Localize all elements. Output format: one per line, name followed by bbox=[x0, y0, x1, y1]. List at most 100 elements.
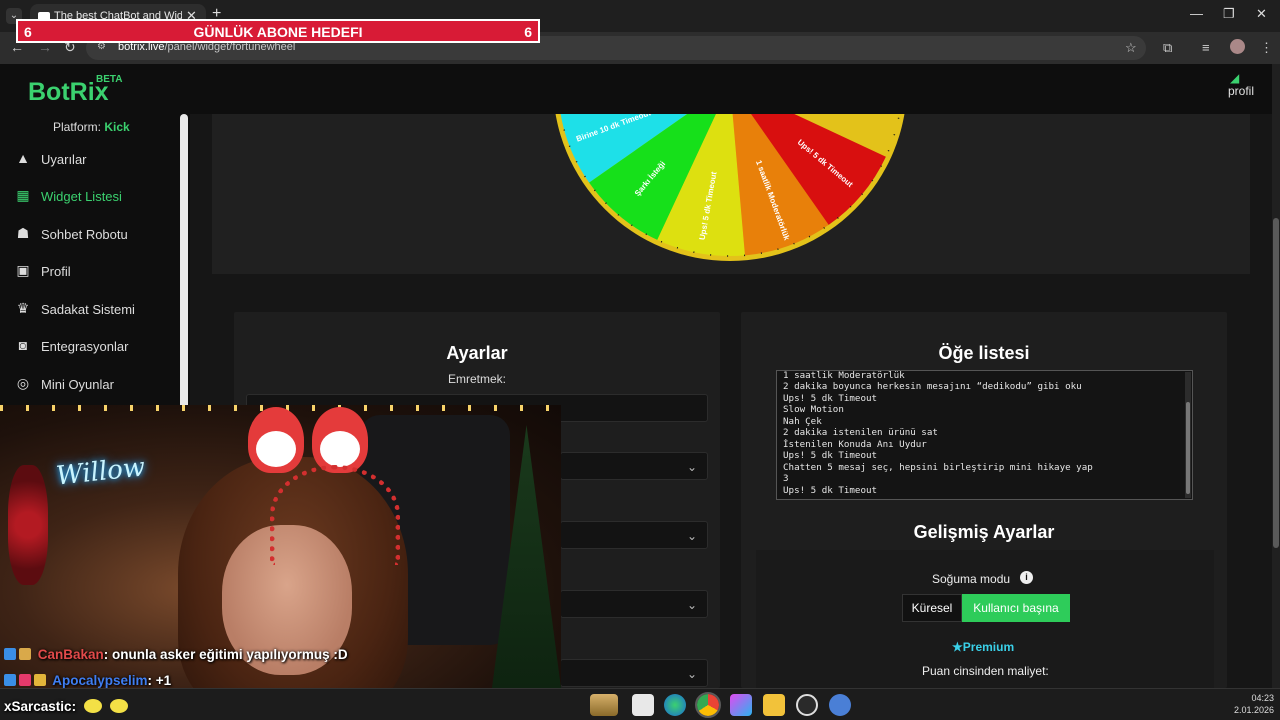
item-line: Nah Çek bbox=[783, 416, 822, 427]
premium-indicator: ★Premium bbox=[952, 640, 1014, 654]
item-list-textarea[interactable]: 1 saatlik Moderatörlük 2 dakika boyunca … bbox=[776, 370, 1193, 500]
webcam-overlay: Willow bbox=[0, 405, 561, 688]
edge-icon[interactable] bbox=[664, 694, 686, 716]
platform-indicator: Platform: Kick bbox=[53, 120, 130, 134]
taskbar-app-icon[interactable] bbox=[590, 694, 618, 716]
badge-icon bbox=[4, 648, 16, 660]
cooldown-mode-label: Soğuma modu bbox=[932, 572, 1011, 586]
chrome-icon[interactable] bbox=[695, 692, 721, 718]
taskbar: 04:23 2.01.2026 bbox=[0, 688, 1280, 720]
sidebar-item-widgets[interactable]: ▦ Widget Listesi bbox=[14, 183, 174, 213]
page-scrollbar-thumb[interactable] bbox=[1273, 218, 1279, 548]
goal-title: GÜNLÜK ABONE HEDEFI bbox=[193, 24, 363, 40]
minimize-icon[interactable]: — bbox=[1190, 6, 1203, 21]
chat-text: : +1 bbox=[147, 673, 172, 688]
sidebar-item-loyalty[interactable]: ♛ Sadakat Sistemi bbox=[14, 296, 174, 326]
sidebar-item-integrations[interactable]: ◙ Entegrasyonlar bbox=[14, 333, 174, 363]
settings-gear-icon[interactable] bbox=[829, 694, 851, 716]
app-header: BotRix BETA ◢ profil bbox=[0, 64, 1272, 114]
bookmark-star-icon[interactable]: ☆ bbox=[1125, 40, 1137, 56]
cooldown-per-user-option[interactable]: Kullanıcı başına bbox=[962, 594, 1070, 622]
item-line: Ups! 5 dk Timeout bbox=[783, 485, 878, 496]
copilot-icon[interactable] bbox=[730, 694, 752, 716]
beta-badge: BETA bbox=[96, 74, 123, 85]
chevron-down-icon: ⌄ bbox=[686, 598, 697, 612]
pepe-emote-icon bbox=[83, 699, 102, 713]
sidebar-item-label: Widget Listesi bbox=[41, 189, 122, 204]
santa-beard-right bbox=[320, 431, 360, 467]
sidebar-item-label: Uyarılar bbox=[41, 152, 87, 167]
trophy-icon: ♛ bbox=[16, 300, 30, 316]
taskbar-app-icon[interactable] bbox=[632, 694, 654, 716]
profile-link[interactable]: profil bbox=[1228, 84, 1254, 98]
warning-icon: ▲ bbox=[16, 150, 30, 166]
badge-icon bbox=[19, 648, 31, 660]
item-line: 3 bbox=[783, 473, 789, 484]
browser-menu-icon[interactable]: ⋮ bbox=[1260, 40, 1273, 56]
advanced-settings-title: Gelişmiş Ayarlar bbox=[913, 522, 1055, 542]
settings-select-4[interactable]: ⌄ bbox=[560, 659, 708, 687]
item-line: İstenilen Konuda Anı Uydur bbox=[783, 439, 927, 450]
id-card-icon: ▣ bbox=[16, 262, 30, 278]
obs-icon[interactable] bbox=[796, 694, 818, 716]
file-explorer-icon[interactable] bbox=[763, 694, 785, 716]
discord-icon: ◙ bbox=[18, 337, 28, 353]
item-line: Ups! 5 dk Timeout bbox=[783, 393, 878, 404]
chat-text: : onunla asker eğitimi yapılıyormuş :D bbox=[103, 647, 348, 662]
settings-select-3[interactable]: ⌄ bbox=[560, 590, 708, 618]
cost-label: Puan cinsinden maliyet: bbox=[922, 664, 1049, 678]
sidebar-item-label: Mini Oyunlar bbox=[41, 377, 114, 392]
cooldown-global-option[interactable]: Küresel bbox=[902, 594, 962, 622]
chevron-down-icon: ⌄ bbox=[686, 529, 697, 543]
sidebar-item-chatbot[interactable]: ☗ Sohbet Robotu bbox=[14, 221, 174, 251]
sidebar-item-alerts[interactable]: ▲ Uyarılar bbox=[14, 146, 174, 176]
subscriber-goal-banner: 6 GÜNLÜK ABONE HEDEFI 6 bbox=[16, 19, 540, 43]
santa-beard-left bbox=[256, 431, 296, 467]
candy-cane-headband bbox=[270, 465, 400, 565]
chat-message: xSarcastic: bbox=[4, 699, 128, 714]
chat-username: Apocalypselim bbox=[52, 673, 148, 688]
sidebar-item-minigames[interactable]: ◎ Mini Oyunlar bbox=[14, 371, 174, 401]
sidebar-item-label: Profil bbox=[41, 264, 71, 279]
command-label: Emretmek: bbox=[447, 372, 506, 386]
platform-value: Kick bbox=[104, 120, 130, 134]
sidebar-scrollbar[interactable] bbox=[180, 114, 188, 414]
premium-label: Premium bbox=[962, 640, 1015, 654]
item-line: 2 dakika boyunca herkesin mesajını “dedi… bbox=[783, 381, 1082, 392]
maximize-icon[interactable]: ❐ bbox=[1223, 6, 1235, 22]
profile-leaf-icon[interactable]: ◢ bbox=[1230, 71, 1239, 85]
browser-avatar[interactable] bbox=[1230, 39, 1245, 54]
grid-icon: ▦ bbox=[16, 187, 30, 203]
goal-right-count: 6 bbox=[524, 24, 532, 40]
chevron-down-icon: ⌄ bbox=[686, 460, 697, 474]
chat-message: Apocalypselim: +1 bbox=[4, 673, 171, 688]
chat-username: xSarcastic bbox=[4, 699, 72, 714]
clock-date: 2.01.2026 bbox=[1233, 705, 1274, 715]
info-icon[interactable]: i bbox=[1020, 571, 1033, 584]
chat-username: CanBakan bbox=[37, 647, 104, 662]
settings-select-2[interactable]: ⌄ bbox=[560, 521, 708, 549]
chat-message: CanBakan: onunla asker eğitimi yapılıyor… bbox=[4, 647, 348, 662]
badge-icon bbox=[34, 674, 46, 686]
taskbar-clock[interactable]: 04:23 2.01.2026 bbox=[1230, 692, 1274, 716]
item-line: Chatten 5 mesaj seç, hepsini birleştirip… bbox=[783, 462, 1093, 473]
item-line: 2 dakika istenilen ürünü sat bbox=[783, 427, 938, 438]
textarea-scrollbar-thumb[interactable] bbox=[1186, 402, 1190, 494]
red-decoration bbox=[8, 465, 48, 585]
chevron-down-icon: ⌄ bbox=[686, 667, 697, 681]
settings-title: Ayarlar bbox=[446, 343, 508, 363]
sidebar-item-label: Sadakat Sistemi bbox=[41, 302, 135, 317]
window-close-icon[interactable]: ✕ bbox=[1256, 6, 1267, 22]
fortune-wheel[interactable]: Birine 10 dk TimeoutŞarkı İsteği Ups! 5 d… bbox=[212, 114, 1250, 274]
gamepad-icon: ◎ bbox=[16, 375, 30, 391]
neon-sign: Willow bbox=[54, 452, 147, 492]
sidebar-item-profile[interactable]: ▣ Profil bbox=[14, 258, 174, 288]
wheel-preview-panel: Birine 10 dk Timeout Şarkı İsteği Ups! 5 d… bbox=[212, 114, 1250, 274]
extensions-icon[interactable]: ⧉ bbox=[1163, 40, 1172, 56]
sidebar-item-label: Sohbet Robotu bbox=[41, 227, 128, 242]
badge-icon bbox=[4, 674, 16, 686]
item-line: Ups! 5 dk Timeout bbox=[783, 450, 878, 461]
settings-select-1[interactable]: ⌄ bbox=[560, 452, 708, 480]
badge-icon bbox=[19, 674, 31, 686]
media-controls-icon[interactable]: ≡ bbox=[1202, 40, 1210, 55]
